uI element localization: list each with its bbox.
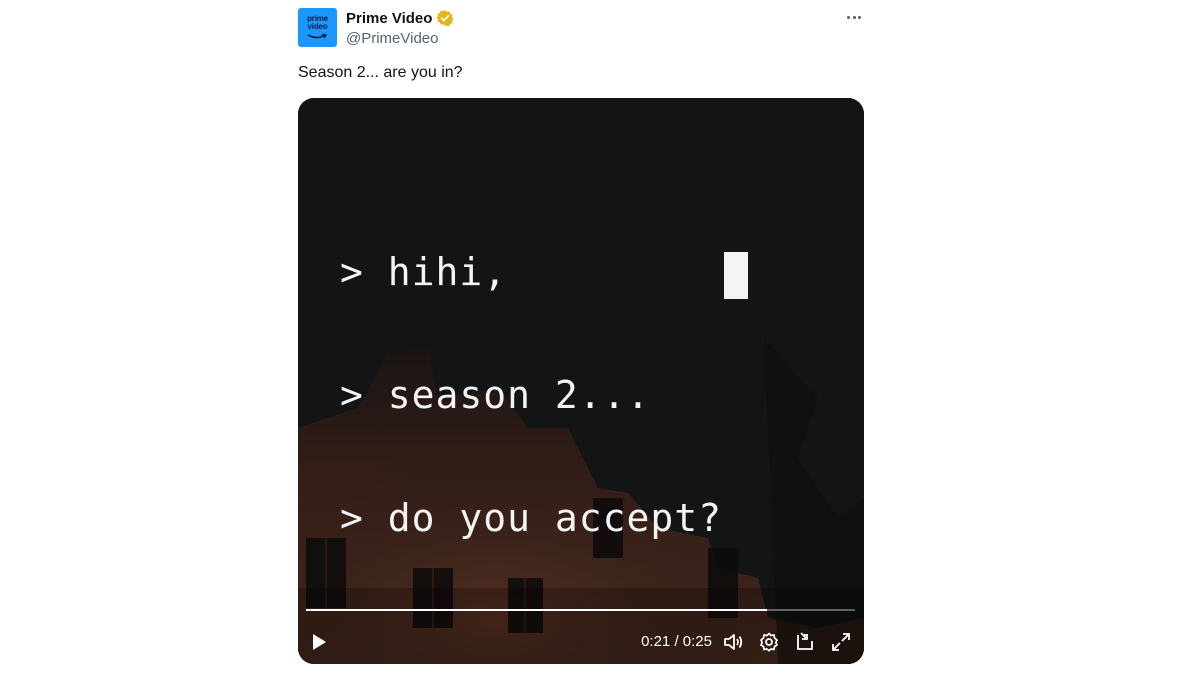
picture-in-picture-icon[interactable] [794,631,816,653]
video-player[interactable]: > hihi, > season 2... > do you accept? 0… [298,98,864,664]
verified-badge-icon[interactable] [436,9,455,27]
display-name[interactable]: Prime Video [346,10,432,27]
tweet-text: Season 2... are you in? [298,64,463,81]
more-horizontal-icon[interactable] [843,8,865,26]
terminal-line: > hihi, [340,250,508,294]
video-progress-fill [306,609,768,611]
current-time: 0:21 [641,633,671,650]
terminal-text: > hihi, > season 2... > do you accept? [340,170,722,621]
logo-line-2: video [307,22,328,31]
terminal-cursor [724,252,748,299]
terminal-line: > season 2... [340,373,651,417]
prime-video-logo: prime video [298,15,337,31]
gear-icon[interactable] [758,631,780,653]
name-row: Prime Video [346,8,455,28]
account-handle[interactable]: @PrimeVideo [346,30,439,47]
terminal-line: > do you accept? [340,496,723,540]
time-separator: / [674,633,679,650]
video-progress-bar[interactable] [306,609,855,611]
play-icon[interactable] [308,631,330,653]
duration: 0:25 [682,633,712,650]
account-avatar[interactable]: prime video [298,8,337,47]
fullscreen-icon[interactable] [830,631,852,653]
volume-icon[interactable] [722,631,744,653]
video-controls: 0:21 / 0:25 [298,623,864,659]
smile-arrow-icon [307,34,327,39]
video-time: 0:21 / 0:25 [641,633,712,650]
